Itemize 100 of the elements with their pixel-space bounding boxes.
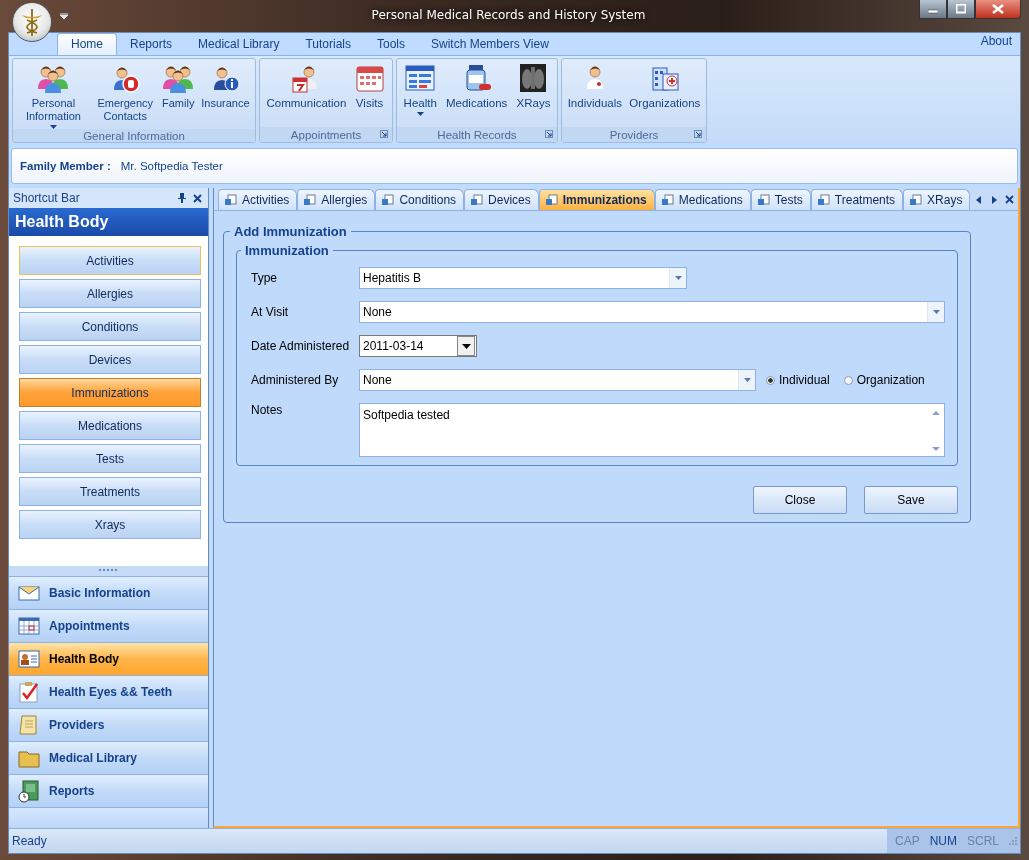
app-menu-button[interactable] (12, 2, 52, 42)
dropdown-arrow-icon (743, 378, 751, 382)
document-tab[interactable]: Devices (464, 189, 539, 210)
ribbon-button[interactable]: Visits (351, 59, 388, 127)
document-tab[interactable]: Treatments (810, 189, 904, 210)
minimize-button[interactable] (919, 0, 947, 19)
ribbon-button[interactable]: Insurance (201, 59, 250, 129)
document-tab[interactable]: Conditions (375, 189, 465, 210)
shortcut-item[interactable]: Activities (19, 246, 201, 275)
close-icon[interactable] (193, 193, 202, 203)
scroll-left-icon[interactable] (975, 195, 984, 205)
dropdown-arrow-icon (932, 310, 940, 314)
ribbon-button[interactable]: XRays (514, 59, 553, 127)
dropdown-field[interactable]: None (359, 301, 945, 323)
ribbon-button[interactable]: Personal Information (18, 59, 89, 129)
ribbon-button[interactable]: Family (162, 59, 195, 129)
shortcut-item[interactable]: Devices (19, 345, 201, 374)
document-tab[interactable]: Activities (218, 189, 298, 210)
navigation-item[interactable]: Basic Information (9, 576, 208, 609)
shortcut-item[interactable]: Allergies (19, 279, 201, 308)
group-title: Immunization (241, 243, 333, 258)
dialog-launcher-icon[interactable] (694, 130, 702, 138)
ribbon-button[interactable]: Organizations (627, 59, 703, 127)
calendar-icon (17, 614, 41, 638)
navigation-item[interactable]: Health Body (9, 642, 208, 675)
resize-grip-icon (1009, 837, 1017, 845)
close-icon (992, 4, 1004, 14)
shortcut-item[interactable]: Immunizations (19, 378, 201, 407)
shortcut-bar-title: Shortcut Bar (13, 191, 81, 205)
field-label: Administered By (251, 373, 340, 387)
document-tab[interactable]: Allergies (297, 189, 376, 210)
ribbon-tab[interactable]: Reports (117, 34, 186, 55)
navigation-item[interactable]: Providers (9, 708, 208, 741)
dropdown-field[interactable]: Hepatitis B (359, 267, 687, 289)
shortcut-item[interactable]: Treatments (19, 477, 201, 506)
key-indicator: SCRL (967, 834, 999, 848)
date-picker[interactable]: 2011-03-14 (359, 335, 477, 357)
ribbon-tab[interactable]: Switch Members View (418, 34, 562, 55)
splitter-grip-icon (98, 569, 119, 572)
notes-field[interactable]: Softpedia tested (359, 403, 945, 457)
ribbon-button[interactable]: Individuals (565, 59, 624, 127)
family-member-label: Family Member : (20, 160, 111, 172)
form-button[interactable]: Save (864, 486, 958, 514)
group-label: Providers (562, 127, 706, 142)
page-icon (304, 194, 317, 206)
page-icon (471, 194, 484, 206)
pin-icon[interactable] (178, 193, 186, 203)
ribbon-button[interactable]: Emergency Contacts (95, 59, 156, 129)
maximize-icon (956, 4, 966, 14)
shortcut-item[interactable]: Xrays (19, 510, 201, 539)
book-clock-icon (17, 779, 41, 803)
field-label: Date Administered (251, 339, 351, 353)
field-label: At Visit (251, 305, 290, 319)
scroll-right-icon[interactable] (990, 195, 999, 205)
form-button[interactable]: Close (753, 486, 847, 514)
ribbon-tab[interactable]: Home (57, 33, 117, 55)
checklist-icon (17, 680, 41, 704)
dropdown-field[interactable]: None (359, 369, 756, 391)
dropdown-arrow-icon (674, 276, 682, 280)
about-link[interactable]: About (972, 34, 1020, 54)
group-label: Health Records (397, 127, 557, 142)
shortcut-item[interactable]: Conditions (19, 312, 201, 341)
dialog-launcher-icon[interactable] (545, 130, 553, 138)
list-icon (404, 62, 437, 94)
close-button[interactable] (975, 0, 1021, 19)
page-icon (545, 194, 558, 206)
document-tab[interactable]: Immunizations (538, 189, 655, 210)
page-icon (817, 194, 830, 206)
ribbon-button[interactable]: Health (401, 59, 439, 127)
navigation-item[interactable]: Medical Library (9, 741, 208, 774)
window-title: Personal Medical Records and History System (370, 8, 647, 22)
radio-button[interactable]: Organization (843, 373, 925, 387)
navigation-item[interactable]: Health Eyes && Teeth (9, 675, 208, 708)
quick-access-dropdown-icon (60, 13, 68, 19)
ribbon-tab[interactable]: Tools (364, 34, 418, 55)
ribbon-tab[interactable]: Medical Library (185, 34, 293, 55)
id-card-icon (17, 647, 41, 671)
shortcut-item[interactable]: Medications (19, 411, 201, 440)
dialog-launcher-icon[interactable] (380, 130, 388, 138)
shortcut-item[interactable]: Tests (19, 444, 201, 473)
navigation-item[interactable]: Reports (9, 774, 208, 807)
ribbon-tab[interactable]: Tutorials (292, 34, 364, 55)
field-label: Type (251, 271, 278, 285)
document-tab[interactable]: Medications (654, 189, 751, 210)
close-icon[interactable] (1005, 195, 1014, 205)
group-label: Appointments (260, 127, 392, 142)
scrollbar-arrows-icon (931, 409, 941, 453)
navigation-item[interactable]: Appointments (9, 609, 208, 642)
field-label: Notes (251, 403, 284, 417)
radio-button[interactable]: Individual (766, 373, 830, 387)
family-member-name: Mr. Softpedia Tester (120, 160, 223, 172)
document-tab[interactable]: Tests (750, 189, 811, 210)
ribbon-button[interactable]: Medications (444, 59, 510, 127)
page-icon (661, 194, 674, 206)
section-title: Health Body (9, 208, 208, 236)
key-indicator: NUM (929, 834, 957, 848)
page-icon (382, 194, 395, 206)
maximize-button[interactable] (947, 0, 975, 19)
document-tab[interactable]: XRays (903, 189, 971, 210)
ribbon-button[interactable]: Communication (264, 59, 347, 127)
